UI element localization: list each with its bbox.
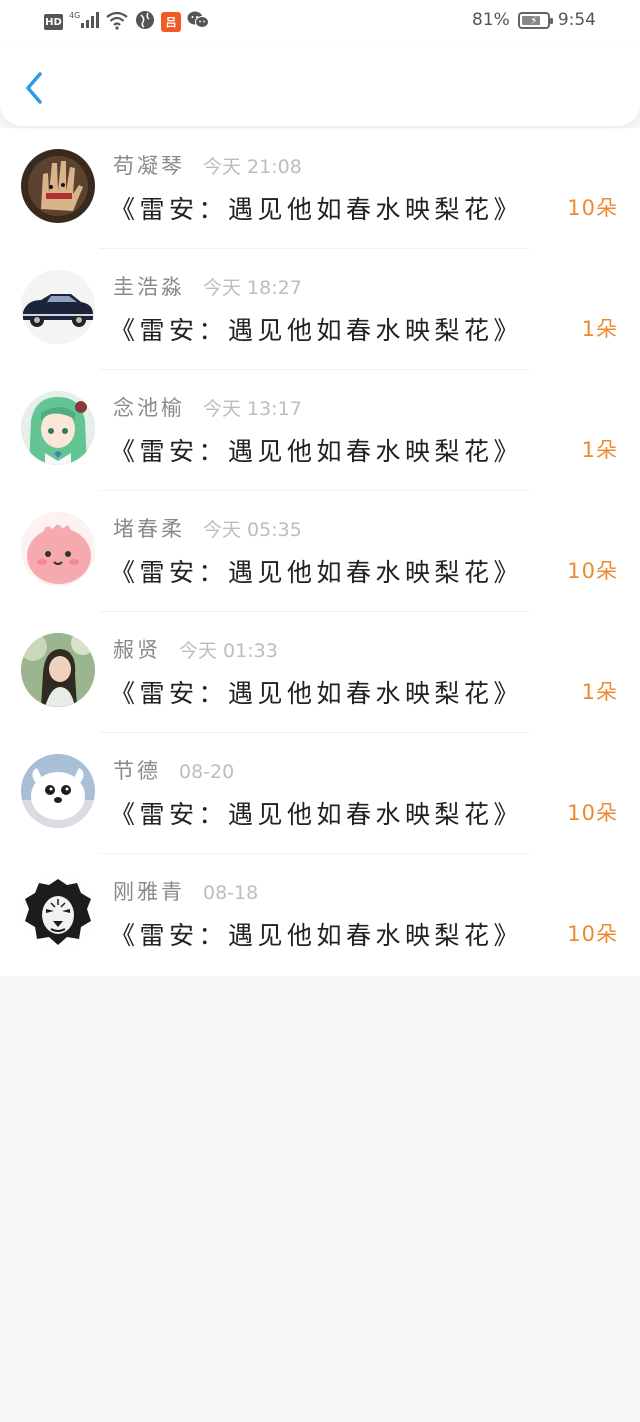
- timestamp: 08-18: [203, 882, 259, 904]
- timestamp: 今天 13:17: [203, 398, 302, 420]
- back-button[interactable]: [18, 68, 52, 108]
- gift-count: 10朵: [567, 196, 618, 220]
- book-title[interactable]: 《雷安：遇见他如春水映梨花》: [110, 311, 523, 347]
- lion-avatar[interactable]: [21, 875, 95, 949]
- user-name[interactable]: 赧贤: [113, 634, 161, 664]
- gift-count: 1朵: [581, 317, 618, 341]
- book-title[interactable]: 《雷安：遇见他如春水映梨花》: [110, 553, 523, 589]
- chevron-left-icon[interactable]: [18, 68, 52, 108]
- timestamp: 今天 21:08: [203, 156, 302, 178]
- car-avatar[interactable]: [21, 270, 95, 344]
- timestamp: 今天 01:33: [179, 640, 278, 662]
- signal-icon: 4G: [69, 10, 99, 34]
- white-dog-avatar[interactable]: [21, 754, 95, 828]
- gift-count: 10朵: [567, 801, 618, 825]
- list-item[interactable]: 苟凝琴 今天 21:08 《雷安：遇见他如春水映梨花》 10朵: [0, 128, 640, 249]
- user-name[interactable]: 节德: [113, 755, 161, 785]
- anime-girl-avatar[interactable]: [21, 391, 95, 465]
- user-name[interactable]: 刚雅青: [113, 876, 185, 906]
- list-item[interactable]: 圭浩淼 今天 18:27 《雷安：遇见他如春水映梨花》 1朵: [0, 249, 640, 370]
- girl-photo-avatar[interactable]: [21, 633, 95, 707]
- wifi-icon: [105, 10, 129, 34]
- gift-count: 10朵: [567, 922, 618, 946]
- status-bar: HD 4G 吕 81% ⚡ 9:54: [0, 0, 640, 42]
- user-name[interactable]: 念池榆: [113, 392, 185, 422]
- hd-icon: HD: [44, 14, 63, 30]
- timestamp: 今天 18:27: [203, 277, 302, 299]
- network-label: 4G: [69, 11, 80, 20]
- item-meta: 堵春柔 今天 05:35: [113, 513, 302, 543]
- timestamp: 今天 05:35: [203, 519, 302, 541]
- user-name[interactable]: 堵春柔: [113, 513, 185, 543]
- book-title[interactable]: 《雷安：遇见他如春水映梨花》: [110, 432, 523, 468]
- book-title[interactable]: 《雷安：遇见他如春水映梨花》: [110, 916, 523, 952]
- item-meta: 念池榆 今天 13:17: [113, 392, 302, 422]
- clock: 9:54: [557, 10, 596, 30]
- list-item[interactable]: 刚雅青 08-18 《雷安：遇见他如春水映梨花》 10朵: [0, 854, 640, 975]
- battery-percent: 81%: [472, 10, 510, 30]
- hand-avatar[interactable]: [21, 149, 95, 223]
- list-item[interactable]: 节德 08-20 《雷安：遇见他如春水映梨花》 10朵: [0, 733, 640, 854]
- item-meta: 刚雅青 08-18: [113, 876, 258, 906]
- gift-record-list: 苟凝琴 今天 21:08 《雷安：遇见他如春水映梨花》 10朵 圭浩淼 今天 18:27 《…: [0, 128, 640, 976]
- wechat-icon: [187, 10, 209, 34]
- user-name[interactable]: 苟凝琴: [113, 150, 185, 180]
- pink-cartoon-avatar[interactable]: [21, 512, 95, 586]
- item-meta: 圭浩淼 今天 18:27: [113, 271, 302, 301]
- user-name[interactable]: 圭浩淼: [113, 271, 185, 301]
- gift-count: 1朵: [581, 680, 618, 704]
- book-title[interactable]: 《雷安：遇见他如春水映梨花》: [110, 795, 523, 831]
- status-icons-right: 81% ⚡ 9:54: [472, 10, 596, 30]
- timestamp: 08-20: [179, 761, 235, 783]
- gift-count: 1朵: [581, 438, 618, 462]
- app-header: [0, 42, 640, 126]
- battery-icon: ⚡: [517, 11, 553, 29]
- book-title[interactable]: 《雷安：遇见他如春水映梨花》: [110, 674, 523, 710]
- item-meta: 节德 08-20: [113, 755, 234, 785]
- charging-bolt-icon: ⚡: [529, 13, 538, 27]
- list-item[interactable]: 堵春柔 今天 05:35 《雷安：遇见他如春水映梨花》 10朵: [0, 491, 640, 612]
- status-icons-left: HD 4G 吕: [44, 10, 209, 34]
- globe-icon: [135, 10, 155, 34]
- book-title[interactable]: 《雷安：遇见他如春水映梨花》: [110, 190, 523, 226]
- app-notification-icon: 吕: [161, 12, 181, 32]
- item-meta: 苟凝琴 今天 21:08: [113, 150, 302, 180]
- item-meta: 赧贤 今天 01:33: [113, 634, 278, 664]
- gift-count: 10朵: [567, 559, 618, 583]
- list-item[interactable]: 赧贤 今天 01:33 《雷安：遇见他如春水映梨花》 1朵: [0, 612, 640, 733]
- list-item[interactable]: 念池榆 今天 13:17 《雷安：遇见他如春水映梨花》 1朵: [0, 370, 640, 491]
